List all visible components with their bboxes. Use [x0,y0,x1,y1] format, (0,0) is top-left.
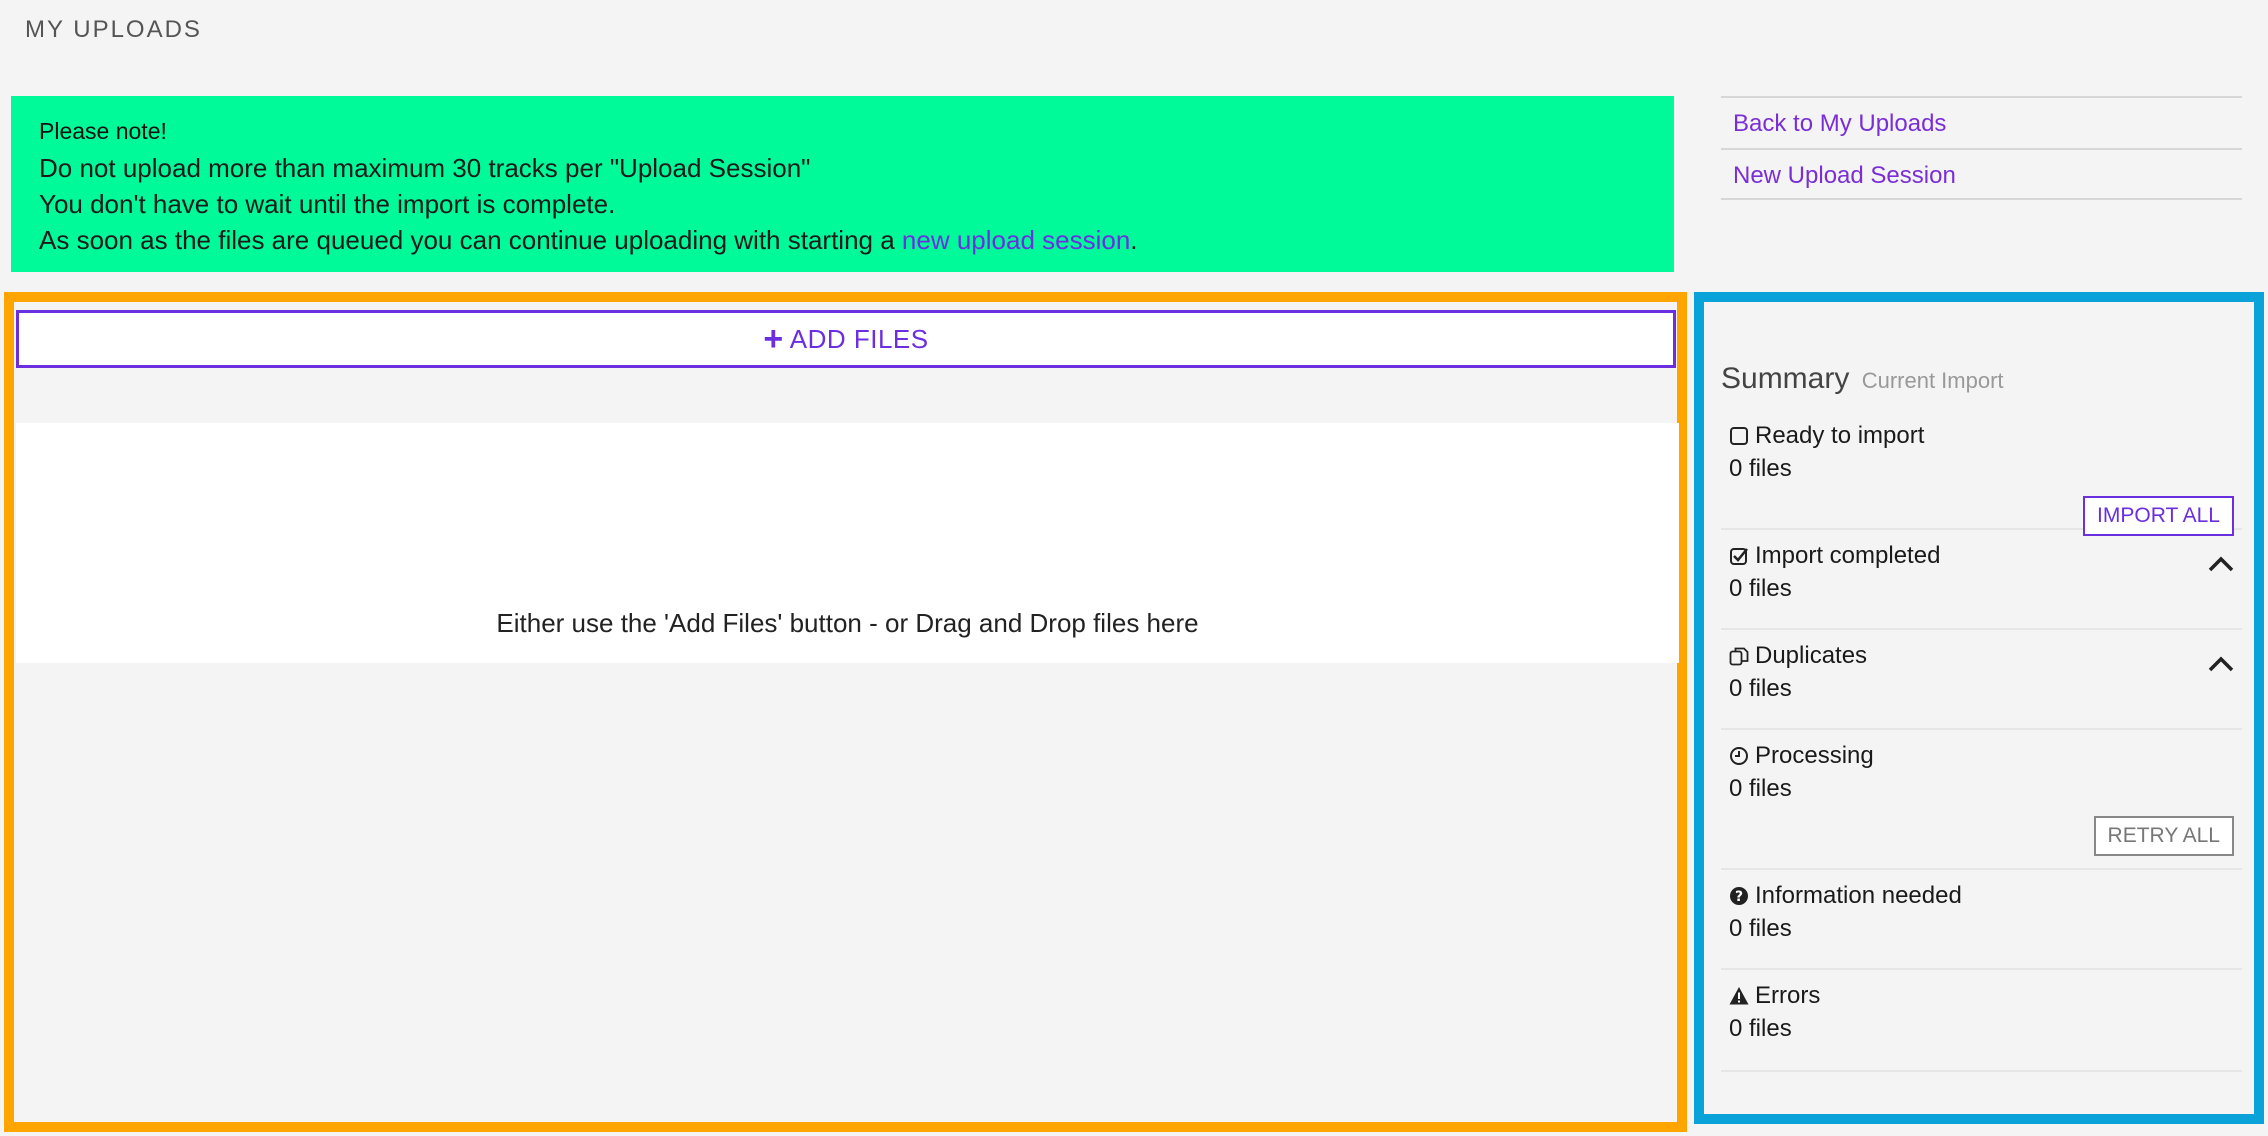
drop-zone-hint: Either use the 'Add Files' button - or D… [496,608,1199,638]
section-count: 0 files [1729,915,1792,942]
section-label: Information needed [1755,882,1962,909]
section-count: 0 files [1729,675,1792,702]
notice-line: As soon as the files are queued you can … [39,222,1646,258]
summary-title: Summary [1721,362,1850,395]
copy-icon [1729,647,1749,666]
new-upload-session-link[interactable]: new upload session [902,225,1130,255]
section-count: 0 files [1729,1015,1792,1042]
section-ready-to-import: Ready to import 0 files IMPORT ALL [1721,410,2242,536]
new-upload-session-nav-link[interactable]: New Upload Session [1721,148,2242,200]
section-label: Processing [1755,742,1874,769]
retry-all-button[interactable]: RETRY ALL [2093,816,2234,856]
section-count: 0 files [1729,455,1792,482]
upload-panel: + ADD FILES Either use the 'Add Files' b… [4,292,1687,1132]
section-processing: Processing 0 files RETRY ALL [1721,730,2242,870]
section-information-needed: ? Information needed 0 files [1721,870,2242,970]
side-nav: Back to My Uploads New Upload Session [1721,96,2242,200]
chevron-up-icon[interactable] [2208,656,2234,672]
section-errors: Errors 0 files [1721,970,2242,1072]
section-label: Errors [1755,982,1821,1009]
svg-text:?: ? [1735,889,1743,905]
section-duplicates: Duplicates 0 files [1721,630,2242,730]
summary-heading: Summary Current Import [1721,362,2242,396]
notice-line: You don't have to wait until the import … [39,189,616,219]
add-files-label: ADD FILES [789,323,929,354]
notice-banner: Please note! Do not upload more than max… [11,96,1674,272]
add-files-button[interactable]: + ADD FILES [16,310,1676,368]
drop-zone[interactable]: Either use the 'Add Files' button - or D… [16,423,1679,663]
section-label: Ready to import [1755,422,1925,449]
section-count: 0 files [1729,775,1792,802]
back-to-uploads-link[interactable]: Back to My Uploads [1721,96,2242,148]
section-import-completed: Import completed 0 files [1721,530,2242,630]
notice-line: Do not upload more than maximum 30 track… [39,153,811,183]
notice-text: . [1130,225,1138,255]
chevron-up-icon[interactable] [2208,556,2234,572]
checkbox-empty-icon [1730,427,1748,445]
section-label: Import completed [1755,542,1941,569]
plus-icon: + [763,320,784,358]
section-count: 0 files [1729,575,1792,602]
clock-icon [1730,747,1748,765]
question-circle-icon: ? [1730,887,1748,905]
warning-icon [1729,987,1749,1005]
notice-title: Please note! [39,118,167,144]
section-label: Duplicates [1755,642,1868,669]
page-title: MY UPLOADS [25,16,202,43]
checkbox-checked-icon [1730,548,1748,565]
summary-subtitle: Current Import [1861,368,2004,393]
notice-text: As soon as the files are queued you can … [39,225,902,255]
summary-panel: Summary Current Import Ready to import 0… [1694,292,2264,1124]
